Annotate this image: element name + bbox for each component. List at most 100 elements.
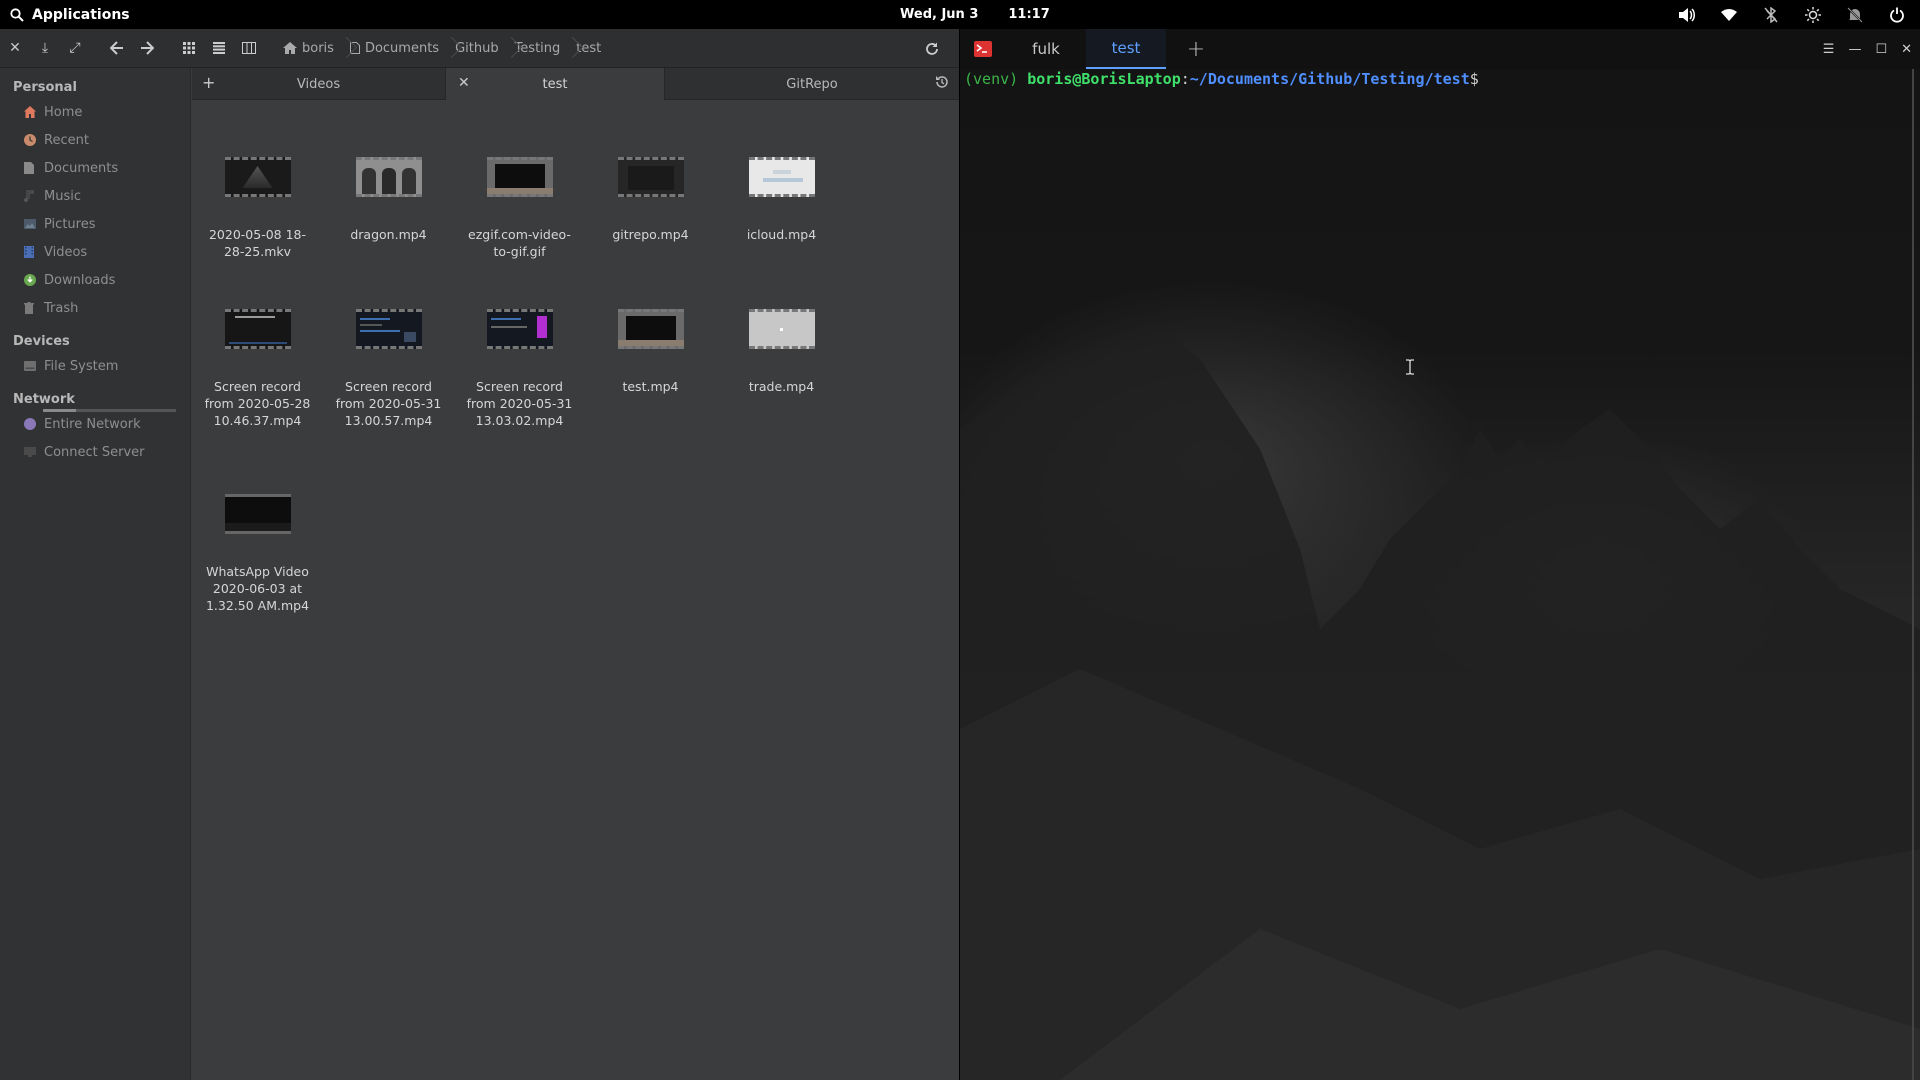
clock-icon [24,134,36,146]
video-thumbnail [748,157,815,197]
close-tab-icon[interactable]: ✕ [458,75,470,91]
new-tab-icon[interactable]: + [202,73,215,92]
terminal-tab-test[interactable]: test [1086,29,1166,69]
sidebar-item-label: Music [44,188,81,204]
list-view-icon[interactable] [204,33,234,63]
date-label: Wed, Jun 3 [900,7,979,22]
close-icon[interactable]: ✕ [0,33,30,63]
bluetooth-off-icon[interactable] [1762,6,1780,24]
reload-icon[interactable] [917,34,947,64]
file-name: Screen record from 2020-05-28 10.46.37.m… [204,379,311,428]
video-thumbnail [224,494,291,534]
minimize-icon[interactable]: — [1848,42,1861,57]
file-system-usage-fill [43,409,77,412]
tab-label: Videos [296,76,341,92]
home-icon [24,106,36,118]
file-name: ezgif.com-video-to-gif.gif [468,227,571,259]
volume-icon[interactable] [1678,6,1696,24]
file-item[interactable]: test.mp4 [585,309,716,395]
history-icon[interactable] [935,75,949,93]
breadcrumb: boris Documents Github Testing test [276,33,610,63]
file-name: icloud.mp4 [746,227,817,242]
window-controls: ☰ — ☐ ✕ [1823,29,1912,69]
video-thumbnail [617,157,684,197]
terminal-tab-fulk[interactable]: fulk [1006,29,1086,69]
sidebar-item-recent[interactable]: Recent [0,126,190,154]
breadcrumb-label: Testing [514,40,561,56]
column-view-icon[interactable] [234,33,264,63]
terminal-scrollbar[interactable] [1912,69,1914,1080]
maximize-icon[interactable]: ☐ [1875,42,1887,57]
prompt-venv: (venv) [964,70,1028,88]
prompt-colon: : [1180,70,1190,88]
video-thumbnail [224,309,291,349]
file-item[interactable]: Screen record from 2020-05-28 10.46.37.m… [192,309,323,429]
breadcrumb-item-documents[interactable]: Documents [343,35,448,61]
sidebar-item-pictures[interactable]: Pictures [0,210,190,238]
download-icon[interactable]: ⤓ [30,33,60,63]
file-manager-toolbar: ✕ ⤓ ⤢ boris Documents Github Testing tes… [0,29,959,68]
sidebar-item-trash[interactable]: Trash [0,294,190,322]
sidebar-item-file-system[interactable]: File System [0,352,190,380]
video-thumbnail [486,157,553,197]
fullscreen-icon[interactable]: ⤢ [60,33,90,63]
notifications-off-icon[interactable] [1846,6,1864,24]
clock[interactable]: Wed, Jun 3 11:17 [900,0,1050,29]
sidebar-item-music[interactable]: Music [0,182,190,210]
sidebar-heading-network: Network [13,391,75,407]
brightness-icon[interactable] [1804,6,1822,24]
file-item[interactable]: trade.mp4 [716,309,847,395]
file-item[interactable]: Screen record from 2020-05-31 13.00.57.m… [323,309,454,429]
power-icon[interactable] [1888,6,1906,24]
file-name: Screen record from 2020-05-31 13.00.57.m… [335,379,442,428]
sidebar-item-label: Videos [44,244,88,260]
sidebar-item-documents[interactable]: Documents [0,154,190,182]
time-label: 11:17 [1008,7,1050,22]
wifi-icon[interactable] [1720,6,1738,24]
tab-test[interactable]: ✕ test [446,68,665,100]
video-thumbnail [486,309,553,349]
file-item[interactable]: gitrepo.mp4 [585,157,716,243]
close-icon[interactable]: ✕ [1901,42,1912,57]
video-thumbnail [224,157,291,197]
sidebar-item-home[interactable]: Home [0,98,190,126]
document-icon [349,42,360,54]
icon-view-icon[interactable] [174,33,204,63]
file-name: 2020-05-08 18-28-25.mkv [208,227,307,259]
tab-videos[interactable]: + Videos [192,68,446,100]
applications-label: Applications [32,6,130,23]
breadcrumb-item-test[interactable]: test [569,35,610,61]
terminal-window[interactable]: fulk test + ☰ — ☐ ✕ (venv) boris@BorisLa… [960,29,1920,1080]
file-item[interactable]: icloud.mp4 [716,157,847,243]
file-name: gitrepo.mp4 [612,227,689,242]
music-icon [24,190,36,202]
breadcrumb-item-github[interactable]: Github [448,35,508,61]
sidebar-item-entire-network[interactable]: Entire Network [0,410,190,438]
sidebar-item-connect-server[interactable]: Connect Server [0,438,190,466]
applications-menu[interactable]: Applications [10,0,130,29]
file-item[interactable]: Screen record from 2020-05-31 13.03.02.m… [454,309,585,429]
file-item[interactable]: ezgif.com-video-to-gif.gif [454,157,585,260]
breadcrumb-label: Documents [364,40,440,56]
back-icon[interactable] [102,33,132,63]
breadcrumb-item-testing[interactable]: Testing [508,35,570,61]
breadcrumb-label: test [576,40,602,56]
breadcrumb-item-home[interactable]: boris [276,35,343,61]
breadcrumb-label: boris [302,40,334,56]
video-thumbnail [355,309,422,349]
tab-gitrepo[interactable]: GitRepo [665,68,959,100]
forward-icon[interactable] [132,33,162,63]
sidebar-heading-devices: Devices [13,333,70,349]
shell-prompt: (venv) boris@BorisLaptop:~/Documents/Git… [964,69,1479,89]
sidebar-item-videos[interactable]: Videos [0,238,190,266]
sidebar-item-downloads[interactable]: Downloads [0,266,190,294]
search-icon [10,7,24,22]
wallpaper-mountains [960,329,1920,1080]
new-terminal-tab-icon[interactable]: + [1166,29,1226,69]
terminal-tabbar: fulk test + ☰ — ☐ ✕ [960,29,1920,69]
sidebar-heading-personal: Personal [13,79,77,95]
file-item[interactable]: dragon.mp4 [323,157,454,243]
file-item[interactable]: 2020-05-08 18-28-25.mkv [192,157,323,260]
file-item[interactable]: WhatsApp Video 2020-06-03 at 1.32.50 AM.… [192,494,323,614]
menu-icon[interactable]: ☰ [1823,42,1835,57]
